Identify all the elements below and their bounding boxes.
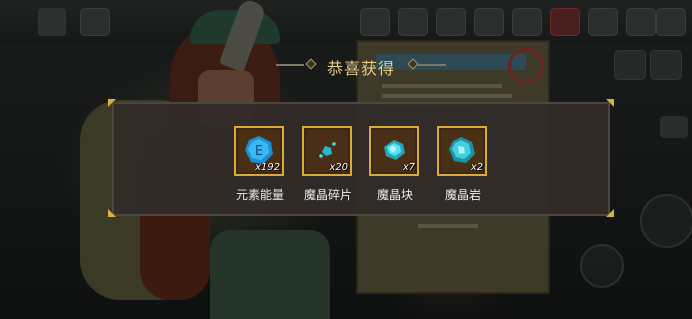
reward-quantity: x192: [254, 162, 280, 173]
reward-quantity: x20: [329, 162, 348, 173]
top-icon[interactable]: [550, 8, 580, 36]
svg-text:E: E: [255, 144, 263, 159]
reward-item[interactable]: x2 魔晶岩: [423, 126, 503, 206]
skill-button[interactable]: [580, 244, 624, 288]
action-button[interactable]: [640, 194, 692, 248]
top-icon[interactable]: [512, 8, 542, 36]
parchment-text: [382, 84, 502, 88]
reward-slot[interactable]: x7: [369, 126, 419, 176]
hud-icon[interactable]: [614, 50, 646, 80]
reward-slot[interactable]: x20: [302, 126, 352, 176]
top-icon[interactable]: [588, 8, 618, 36]
check-icon: [508, 48, 544, 84]
top-icon[interactable]: [656, 8, 686, 36]
top-icon[interactable]: [360, 8, 390, 36]
reward-title: 恭喜获得: [326, 59, 395, 78]
top-icon[interactable]: [474, 8, 504, 36]
reward-slot[interactable]: E x192: [234, 126, 284, 176]
parchment-text: [418, 224, 478, 228]
top-icon[interactable]: [626, 8, 656, 36]
reward-slot[interactable]: x2: [437, 126, 487, 176]
back-button[interactable]: [38, 8, 66, 36]
parchment-text: [382, 94, 512, 98]
title-ornament: [418, 64, 446, 66]
reward-quantity: x2: [470, 162, 483, 173]
top-icon[interactable]: [398, 8, 428, 36]
reward-title-row: 恭喜获得: [276, 52, 446, 78]
hero-body: [210, 230, 330, 319]
chat-icon[interactable]: [660, 116, 688, 138]
reward-name: 魔晶岩: [444, 188, 481, 202]
top-icon[interactable]: [436, 8, 466, 36]
reward-quantity: x7: [402, 162, 415, 173]
hud-icon[interactable]: [650, 50, 682, 80]
